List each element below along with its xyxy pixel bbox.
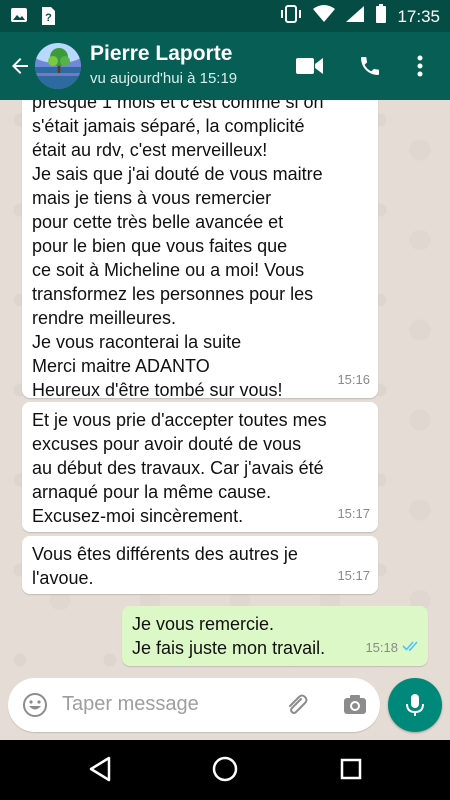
message-composer: Taper message [8,678,380,732]
attach-icon[interactable] [284,692,310,723]
message-line: excuses pour avoir douté de vous [32,434,302,454]
nav-back-icon[interactable] [88,756,112,787]
svg-text:?: ? [45,12,52,24]
mic-button[interactable] [388,678,442,732]
message-line: l'avoue. [32,568,94,588]
message-line: Heureux d'être tombé sur vous! [32,380,283,400]
message-line: au début des travaux. Car j'avais été [32,458,324,478]
message-time: 15:16 [337,372,370,387]
emoji-icon[interactable] [22,692,48,723]
message-line: pour le bien que vous faites que [32,236,288,256]
camera-icon[interactable] [342,692,368,723]
message-line: était au rdv, c'est merveilleux! [32,140,268,160]
message-bubble[interactable]: presque 1 mois et c'est comme si on s'ét… [22,100,378,400]
status-bar: ? 17:35 [0,0,450,32]
video-call-icon[interactable] [296,56,324,81]
message-line: arnaqué pour la même cause. [32,482,272,502]
outgoing-message-bubble[interactable]: Je vous remercie. Je fais juste mon trav… [122,606,428,666]
message-time: 15:18 [365,640,398,655]
more-options-icon[interactable] [416,54,424,83]
unknown-icon: ? [40,6,56,31]
message-line: presque 1 mois et c'est comme si on [32,100,324,112]
message-text: Vous êtes différents des autres je l'avo… [32,542,368,590]
message-time: 15:17 [337,506,370,521]
message-line: Excusez-moi sincèrement. [32,506,244,526]
avatar[interactable] [35,43,81,89]
message-line: Vous êtes différents des autres je [32,544,298,564]
signal-icon [345,5,365,28]
message-line: Et je vous prie d'accepter toutes mes [32,410,327,430]
chat-area[interactable]: presque 1 mois et c'est comme si on s'ét… [0,100,450,675]
message-input[interactable]: Taper message [62,693,199,716]
double-check-icon [402,634,420,658]
mic-icon [406,694,424,716]
battery-icon [375,4,387,29]
phone-icon[interactable] [358,54,382,83]
message-line: Je vous remercie. [132,614,275,634]
message-line: s'était jamais séparé, la complicité [32,116,305,136]
nav-home-icon[interactable] [211,755,239,788]
message-time: 15:17 [337,568,370,583]
message-bubble[interactable]: Et je vous prie d'accepter toutes mes ex… [22,402,378,532]
nav-recents-icon[interactable] [340,758,362,785]
message-line: Merci maitre ADANTO [32,356,210,376]
system-nav-bar [0,740,450,800]
status-time: 17:35 [397,6,440,26]
message-line: pour cette très belle avancée et [32,212,284,232]
message-text: Et je vous prie d'accepter toutes mes ex… [32,408,368,528]
message-bubble[interactable]: Vous êtes différents des autres je l'avo… [22,536,378,594]
wifi-icon [313,5,336,28]
last-seen: vu aujourd'hui à 15:19 [90,70,238,87]
chat-header: Pierre Laporte vu aujourd'hui à 15:19 [0,32,450,100]
contact-name[interactable]: Pierre Laporte [90,42,232,66]
vibrate-icon [279,4,303,29]
message-line: rendre meilleures. [32,308,177,328]
message-line: Je vous raconterai la suite [32,332,242,352]
message-text: presque 1 mois et c'est comme si on s'ét… [32,100,368,402]
image-icon [10,6,28,31]
message-line: ce soit à Micheline ou a moi! Vous [32,260,305,280]
message-line: mais je tiens à vous remercier [32,188,272,208]
message-line: Je sais que j'ai douté de vous maitre [32,164,323,184]
message-line: transformez les personnes pour les [32,284,314,304]
back-arrow-icon[interactable] [8,54,32,83]
